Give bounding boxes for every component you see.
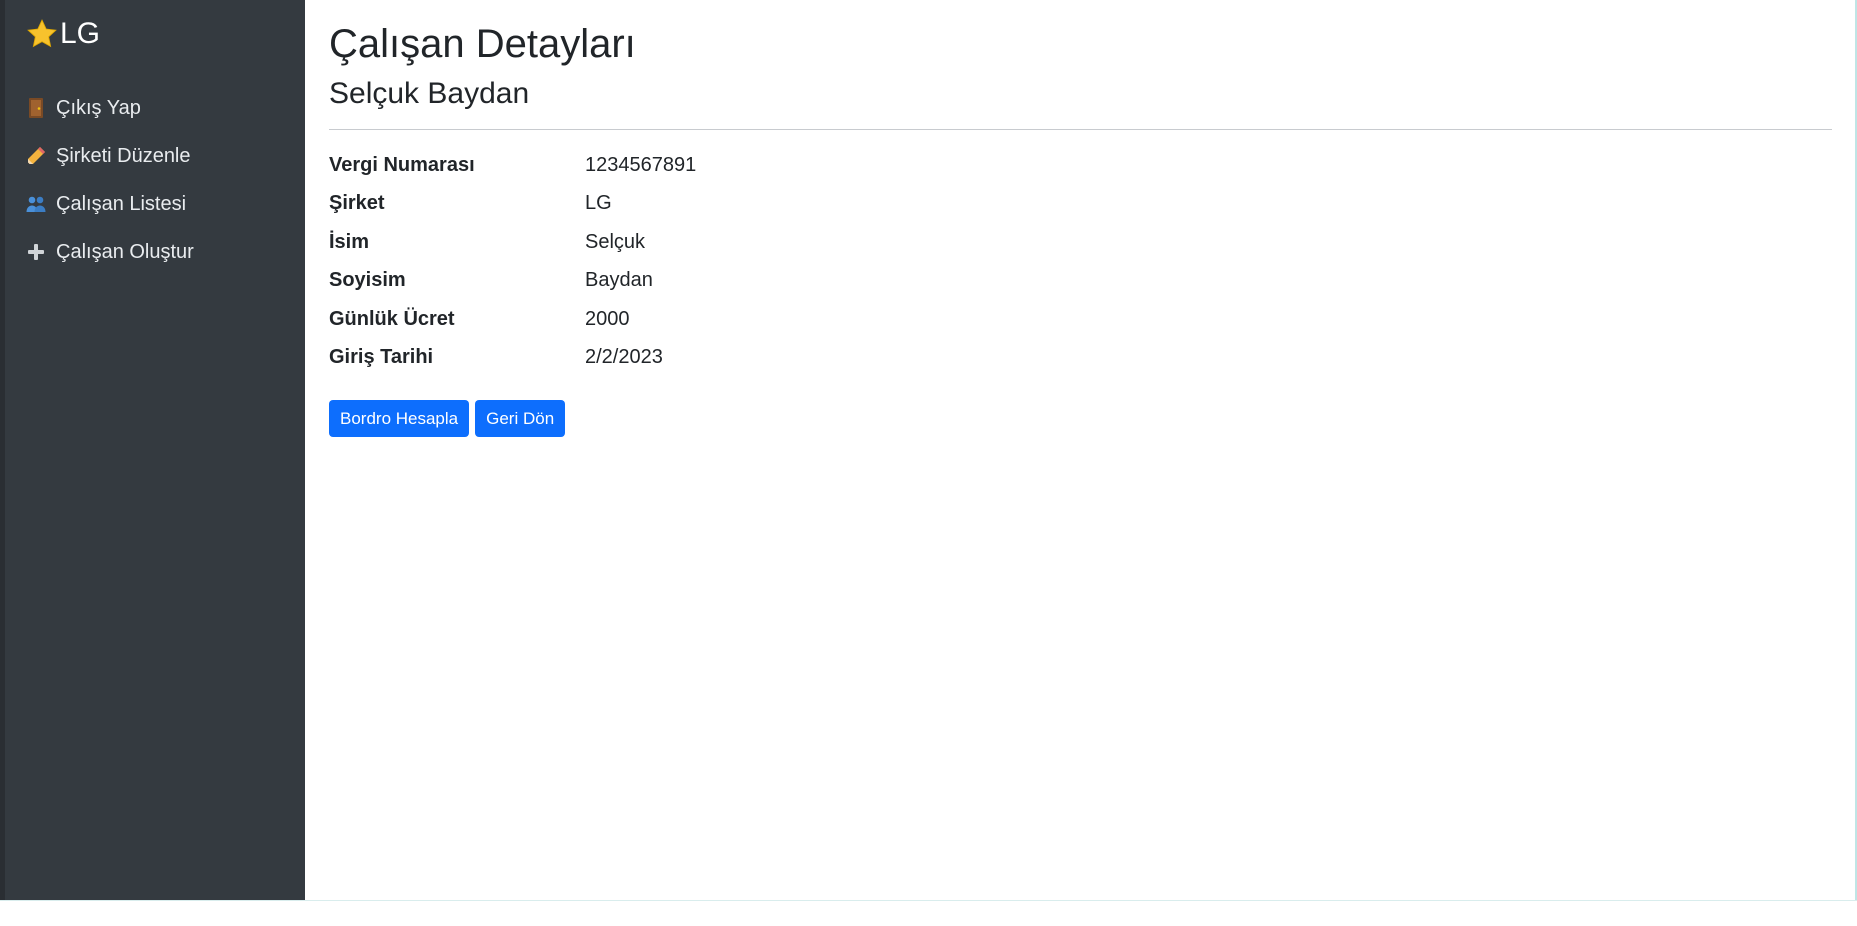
detail-label: İsim xyxy=(329,230,370,253)
employee-details: Vergi Numarası 1234567891 Şirket LG İsim… xyxy=(329,146,696,377)
detail-label: Soyisim xyxy=(329,269,406,292)
sidebar-item-label: Çıkış Yap xyxy=(56,96,141,119)
brand[interactable]: LG xyxy=(25,14,100,54)
detail-label: Şirket xyxy=(329,192,385,215)
sidebar-nav: Çıkış Yap Şirketi Düzenle Çalışan Listes… xyxy=(25,84,194,276)
people-icon xyxy=(25,193,47,215)
detail-row-company: Şirket LG xyxy=(329,185,696,224)
brand-name: LG xyxy=(60,17,101,50)
sidebar-item-employee-list[interactable]: Çalışan Listesi xyxy=(25,180,194,228)
detail-row-last-name: Soyisim Baydan xyxy=(329,262,696,301)
door-icon xyxy=(25,97,47,119)
detail-label: Günlük Ücret xyxy=(329,307,455,330)
detail-row-daily-wage: Günlük Ücret 2000 xyxy=(329,300,696,339)
detail-value: Selçuk xyxy=(585,230,646,253)
star-icon xyxy=(25,17,59,51)
back-button[interactable]: Geri Dön xyxy=(475,400,566,437)
detail-label: Giriş Tarihi xyxy=(329,346,434,369)
sidebar-item-create-employee[interactable]: Çalışan Oluştur xyxy=(25,228,194,276)
sidebar-item-edit-company[interactable]: Şirketi Düzenle xyxy=(25,132,194,180)
detail-value: 1234567891 xyxy=(585,153,697,176)
detail-row-first-name: İsim Selçuk xyxy=(329,223,696,262)
app-window: LG Çıkış Yap Şirketi Düzenle Çalışan Lis… xyxy=(0,0,1857,926)
sidebar-item-logout[interactable]: Çıkış Yap xyxy=(25,84,194,132)
divider xyxy=(329,129,1832,130)
detail-row-start-date: Giriş Tarihi 2/2/2023 xyxy=(329,339,696,378)
detail-row-tax-number: Vergi Numarası 1234567891 xyxy=(329,146,696,185)
detail-label: Vergi Numarası xyxy=(329,153,475,176)
bottom-strip xyxy=(0,900,1857,926)
employee-name: Selçuk Baydan xyxy=(329,77,530,110)
sidebar-item-label: Çalışan Listesi xyxy=(56,192,187,215)
page-title: Çalışan Detayları xyxy=(329,22,636,66)
calculate-payroll-button[interactable]: Bordro Hesapla xyxy=(329,400,470,437)
sidebar-item-label: Çalışan Oluştur xyxy=(56,240,194,263)
sidebar-item-label: Şirketi Düzenle xyxy=(56,144,191,167)
detail-value: 2000 xyxy=(585,307,630,330)
detail-value: 2/2/2023 xyxy=(585,346,663,369)
detail-value: LG xyxy=(585,192,612,215)
detail-value: Baydan xyxy=(585,269,653,292)
plus-icon xyxy=(25,241,47,263)
pencil-icon xyxy=(25,145,47,167)
sidebar: LG Çıkış Yap Şirketi Düzenle Çalışan Lis… xyxy=(5,0,305,900)
action-buttons: Bordro Hesapla Geri Dön xyxy=(329,400,566,437)
